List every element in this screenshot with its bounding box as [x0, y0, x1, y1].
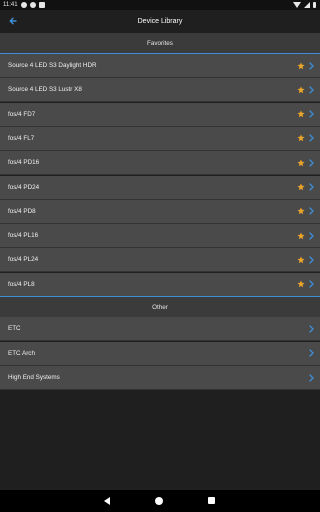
wifi-icon	[293, 2, 301, 8]
section-header-favorites: Favorites	[0, 33, 320, 53]
chevron-right-icon	[309, 159, 314, 167]
back-button[interactable]	[6, 14, 20, 28]
chevron-right-icon	[309, 373, 314, 382]
list-item-label: fos/4 PL24	[8, 256, 39, 264]
list-item-label: Source 4 LED S3 Daylight HDR	[8, 62, 97, 69]
chevron-right-icon	[309, 324, 314, 333]
list-item-label: fos/4 PD8	[8, 207, 36, 215]
list-item-label: ETC	[8, 325, 21, 332]
list-item-label: fos/4 PL16	[8, 232, 39, 240]
section-header-label: Other	[152, 303, 168, 311]
list-item[interactable]: ETC Arch	[0, 341, 320, 366]
notification-icon-2	[29, 2, 36, 8]
nav-recents-icon[interactable]	[208, 497, 215, 504]
list-item[interactable]: fos/4 FL7	[0, 126, 320, 151]
star-icon[interactable]	[297, 183, 305, 191]
list-item[interactable]: Source 4 LED S3 Daylight HDR	[0, 54, 320, 78]
list-item-label: ETC Arch	[8, 349, 35, 357]
chevron-right-icon	[309, 134, 314, 143]
star-icon[interactable]	[297, 134, 305, 142]
list-item[interactable]: fos/4 PD8	[0, 199, 320, 224]
chevron-right-icon	[309, 256, 314, 264]
star-icon[interactable]	[297, 159, 305, 167]
list-item-label: fos/4 PL8	[8, 280, 35, 288]
cellular-signal-icon	[304, 2, 310, 8]
list-item[interactable]: High End Systems	[0, 366, 320, 390]
chevron-right-icon	[309, 280, 314, 288]
chevron-right-icon	[309, 231, 314, 240]
system-nav-bar	[0, 490, 320, 512]
status-right	[293, 2, 320, 8]
star-icon[interactable]	[297, 86, 305, 94]
list-item-label: fos/4 PD24	[8, 183, 40, 191]
list-item[interactable]: fos/4 FD7	[0, 102, 320, 127]
list-item[interactable]: ETC	[0, 317, 320, 341]
star-icon[interactable]	[297, 280, 305, 288]
list-item[interactable]: fos/4 PL24	[0, 248, 320, 273]
list-item-label: fos/4 FD7	[8, 110, 36, 118]
arrow-back-icon	[9, 17, 17, 25]
chevron-right-icon	[309, 207, 314, 215]
status-bar: 11:41	[0, 0, 320, 10]
app-bar: Device Library	[0, 10, 320, 32]
section-header-other: Other	[0, 297, 320, 317]
star-icon[interactable]	[297, 207, 305, 215]
notification-icon-3	[38, 2, 45, 8]
star-icon[interactable]	[297, 110, 305, 118]
star-icon[interactable]	[297, 61, 305, 70]
list-item-label: fos/4 PD16	[8, 159, 40, 167]
list-item[interactable]: fos/4 PD24	[0, 175, 320, 200]
notification-icon-1	[20, 2, 27, 8]
list-item-label: fos/4 FL7	[8, 134, 35, 142]
star-icon[interactable]	[297, 232, 305, 240]
chevron-right-icon	[309, 349, 314, 357]
chevron-right-icon	[309, 183, 314, 191]
list-item[interactable]: fos/4 PD16	[0, 151, 320, 176]
status-left: 11:41	[0, 2, 45, 8]
chevron-right-icon	[309, 61, 314, 70]
chevron-right-icon	[309, 110, 314, 118]
section-header-label: Favorites	[147, 39, 173, 47]
list-item-label: Source 4 LED S3 Lustr X8	[8, 86, 82, 94]
list-item[interactable]: fos/4 PL16	[0, 224, 320, 249]
chevron-right-icon	[309, 86, 314, 94]
nav-home-icon[interactable]	[155, 497, 163, 505]
status-time: 11:41	[3, 2, 18, 8]
nav-back-icon[interactable]	[104, 497, 110, 505]
list-item[interactable]: Source 4 LED S3 Lustr X8	[0, 78, 320, 103]
battery-icon	[313, 2, 316, 8]
page-title: Device Library	[137, 17, 183, 25]
list-item[interactable]: fos/4 PL8	[0, 272, 320, 297]
star-icon[interactable]	[297, 256, 305, 264]
list-item-label: High End Systems	[8, 374, 60, 381]
